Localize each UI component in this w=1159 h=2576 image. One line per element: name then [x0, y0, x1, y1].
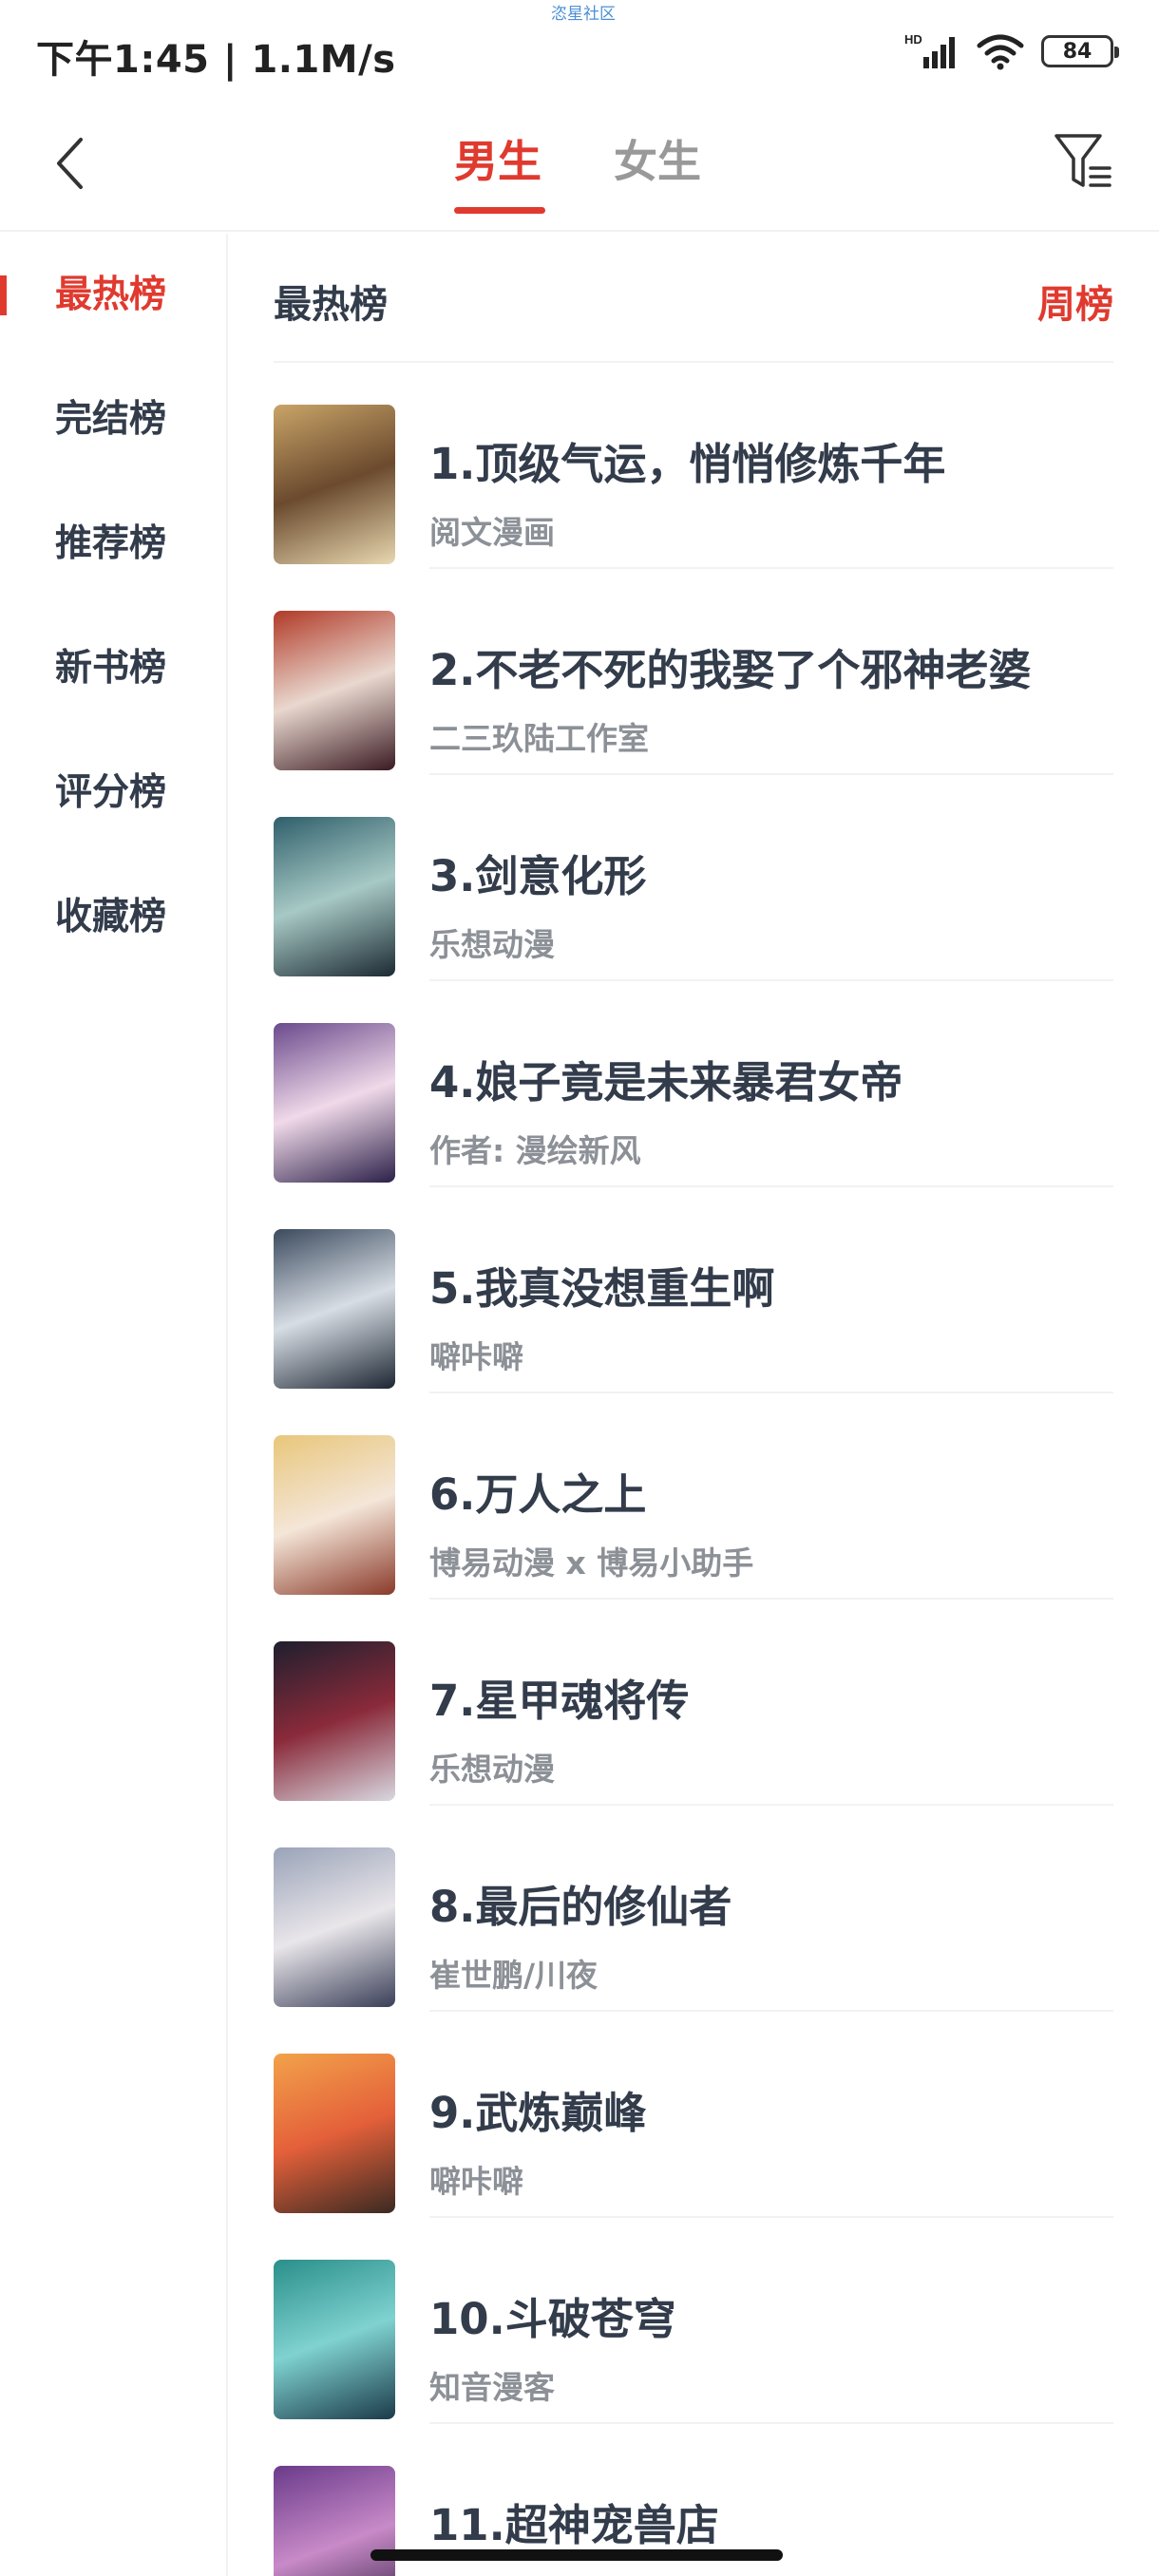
- item-author: 乐想动漫: [429, 1751, 555, 1788]
- sidebar: 最热榜 完结榜 推荐榜 新书榜 评分榜 收藏榜: [0, 234, 228, 2576]
- cover-image[interactable]: [274, 1435, 395, 1595]
- list-item[interactable]: 9.武炼巅峰噼咔噼: [274, 2012, 1113, 2218]
- item-title[interactable]: 6.万人之上: [429, 1460, 646, 1522]
- sidebar-item-new[interactable]: 新书榜: [0, 626, 226, 711]
- cover-image[interactable]: [274, 817, 395, 976]
- item-author: 乐想动漫: [429, 926, 555, 963]
- cover-image[interactable]: [274, 1229, 395, 1389]
- back-button[interactable]: [38, 125, 101, 201]
- sidebar-item-label: 完结榜: [55, 398, 167, 441]
- list-item[interactable]: 6.万人之上博易动漫 x 博易小助手: [274, 1393, 1113, 1600]
- status-bar: 恣星社区 下午1:45 | 1.1M/s HD 84: [0, 0, 1159, 104]
- ranking-header: 最热榜 周榜: [274, 234, 1113, 363]
- list-item[interactable]: 1.顶级气运，悄悄修炼千年阅文漫画: [274, 363, 1113, 569]
- wifi-icon: [977, 34, 1024, 70]
- svg-text:HD: HD: [904, 32, 922, 47]
- list-item[interactable]: 5.我真没想重生啊噼咔噼: [274, 1187, 1113, 1393]
- list-item[interactable]: 4.娘子竟是未来暴君女帝作者: 漫绘新风: [274, 981, 1113, 1187]
- item-author: 知音漫客: [429, 2369, 555, 2406]
- item-author: 噼咔噼: [429, 2163, 523, 2200]
- item-author: 噼咔噼: [429, 1338, 523, 1375]
- list-item[interactable]: 8.最后的修仙者崔世鹏/川夜: [274, 1806, 1113, 2012]
- item-title[interactable]: 11.超神宠兽店: [429, 2491, 719, 2552]
- sidebar-item-rating[interactable]: 评分榜: [0, 750, 226, 836]
- list-item[interactable]: 7.星甲魂将传乐想动漫: [274, 1600, 1113, 1806]
- item-title[interactable]: 5.我真没想重生啊: [429, 1254, 774, 1316]
- sidebar-item-favorites[interactable]: 收藏榜: [0, 875, 226, 960]
- watermark: 恣星社区: [551, 5, 616, 24]
- list-item[interactable]: 2.不老不死的我娶了个邪神老婆二三玖陆工作室: [274, 569, 1113, 775]
- chevron-left-icon: [57, 138, 83, 189]
- cover-image[interactable]: [274, 611, 395, 770]
- cover-image[interactable]: [274, 405, 395, 564]
- ranking-content: 最热榜 周榜 1.顶级气运，悄悄修炼千年 阅文漫画 2.不老不死的我娶了个邪神老婆二…: [228, 234, 1159, 2576]
- list-item[interactable]: 10.斗破苍穹知音漫客: [274, 2218, 1113, 2424]
- sidebar-item-completed[interactable]: 完结榜: [0, 377, 226, 463]
- cover-image[interactable]: [274, 1023, 395, 1183]
- cover-image[interactable]: [274, 1847, 395, 2007]
- tab-active-indicator: [454, 207, 545, 214]
- item-author: 阅文漫画: [429, 514, 555, 551]
- header: 男生 女生: [0, 104, 1159, 232]
- item-title[interactable]: 8.最后的修仙者: [429, 1872, 732, 1934]
- sidebar-item-recommended[interactable]: 推荐榜: [0, 502, 226, 587]
- battery-level: 84: [1062, 39, 1092, 64]
- item-title[interactable]: 1.顶级气运，悄悄修炼千年: [429, 429, 945, 491]
- filter-button[interactable]: [1045, 123, 1121, 199]
- item-author: 博易动漫 x 博易小助手: [429, 1544, 754, 1582]
- tab-male[interactable]: 男生: [454, 127, 542, 190]
- ranking-title: 最热榜: [274, 283, 388, 327]
- weekly-ranking-toggle[interactable]: 周榜: [1037, 274, 1113, 329]
- item-title[interactable]: 10.斗破苍穹: [429, 2284, 676, 2346]
- app-screen: 恣星社区 下午1:45 | 1.1M/s HD 84 男生 女生 最热榜 完结榜…: [0, 0, 1159, 2576]
- item-title[interactable]: 3.剑意化形: [429, 842, 646, 903]
- sidebar-item-label: 最热榜: [55, 274, 167, 316]
- cover-image[interactable]: [274, 2260, 395, 2419]
- list-item[interactable]: 3.剑意化形乐想动漫: [274, 775, 1113, 981]
- tab-female[interactable]: 女生: [614, 127, 701, 190]
- item-author: 二三玖陆工作室: [429, 720, 649, 757]
- filter-icon: [1054, 134, 1112, 187]
- item-title[interactable]: 9.武炼巅峰: [429, 2078, 646, 2140]
- sidebar-active-indicator: [0, 275, 7, 315]
- status-time: 下午1:45 | 1.1M/s: [36, 38, 396, 82]
- battery-icon: 84: [1041, 35, 1119, 67]
- item-author: 作者: 漫绘新风: [429, 1132, 641, 1169]
- item-author: 崔世鹏/川夜: [429, 1957, 598, 1994]
- cover-image[interactable]: [274, 1641, 395, 1801]
- sidebar-item-hottest[interactable]: 最热榜: [0, 253, 226, 338]
- sidebar-item-label: 评分榜: [55, 771, 167, 814]
- signal-icon: HD: [904, 32, 955, 68]
- item-title[interactable]: 4.娘子竟是未来暴君女帝: [429, 1048, 902, 1109]
- home-indicator[interactable]: [370, 2549, 783, 2561]
- status-icons: HD 84: [904, 32, 1119, 70]
- sidebar-item-label: 收藏榜: [55, 896, 167, 938]
- sidebar-item-label: 新书榜: [55, 647, 167, 690]
- sidebar-item-label: 推荐榜: [55, 522, 167, 565]
- comic-list: 1.顶级气运，悄悄修炼千年 阅文漫画 2.不老不死的我娶了个邪神老婆 二三玖陆工作室 3…: [274, 363, 1113, 2576]
- item-title[interactable]: 2.不老不死的我娶了个邪神老婆: [429, 635, 1031, 697]
- cover-image[interactable]: [274, 2054, 395, 2213]
- item-title[interactable]: 7.星甲魂将传: [429, 1666, 689, 1728]
